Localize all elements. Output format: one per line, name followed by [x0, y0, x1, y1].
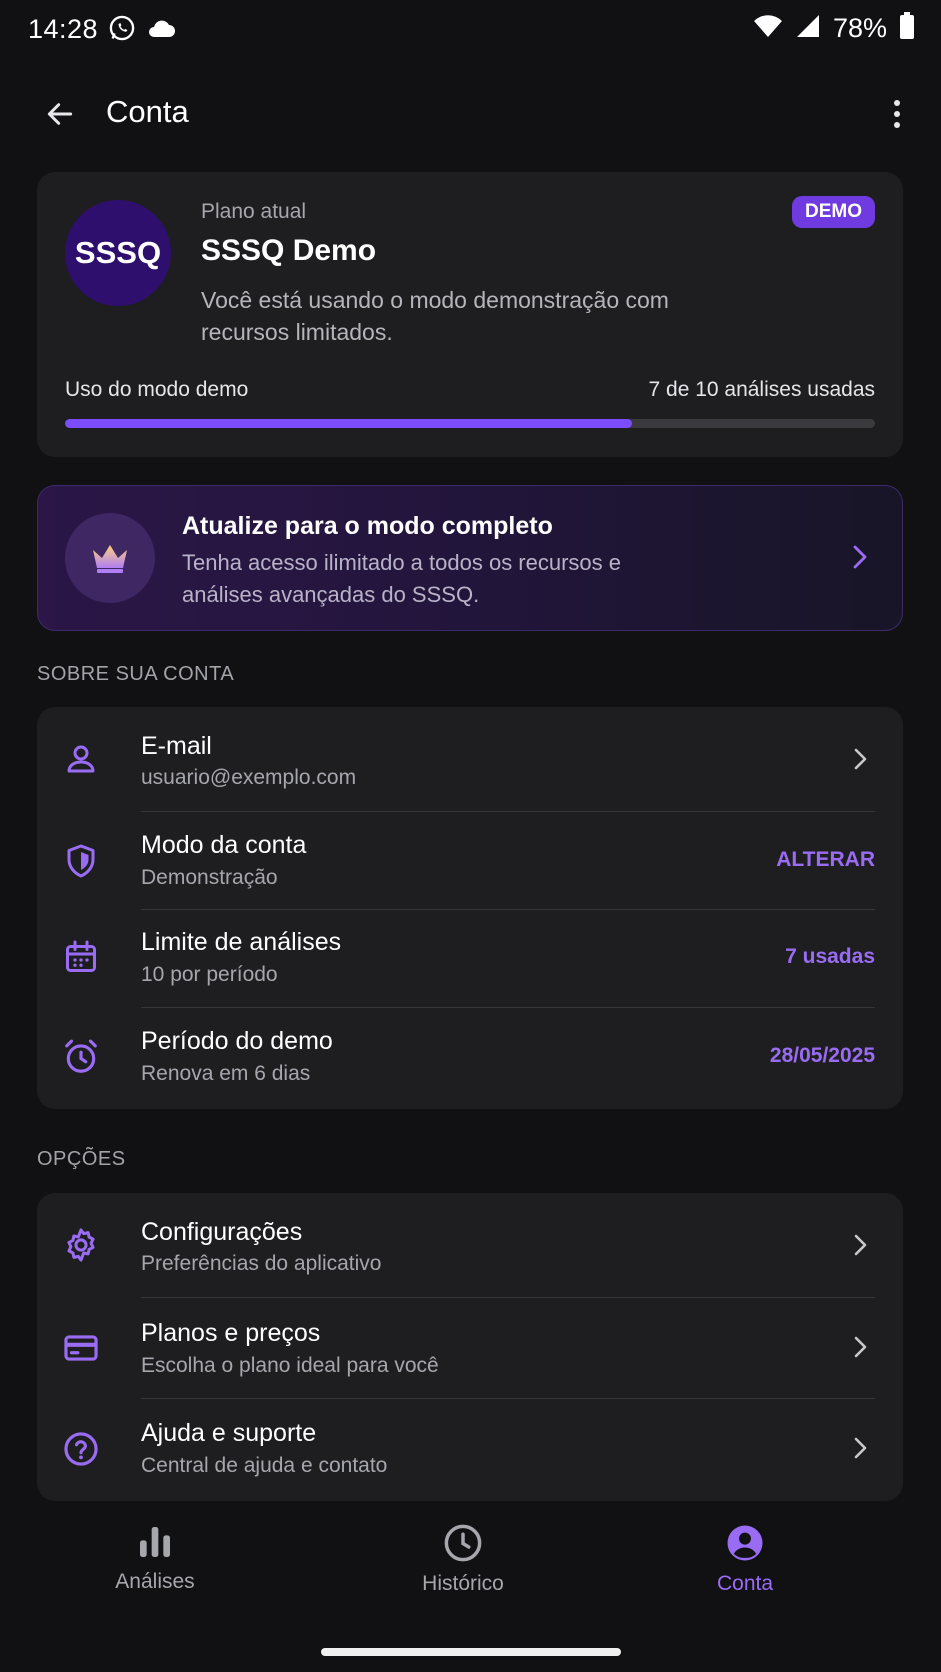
shield-icon	[61, 841, 101, 881]
calendar-icon	[61, 937, 101, 977]
list-item-title: Configurações	[141, 1218, 303, 1246]
list-item-title: Período do demo	[141, 1027, 333, 1055]
usage-label: Uso do modo demo	[65, 378, 249, 401]
list-item-subtitle: Preferências do aplicativo	[141, 1252, 382, 1275]
list-item-help-support[interactable]: Ajuda e suporte Central de ajuda e conta…	[37, 1398, 903, 1501]
chevron-right-icon	[845, 1332, 875, 1362]
page-title: Conta	[106, 94, 189, 129]
crown-badge	[65, 513, 155, 603]
person-icon	[61, 739, 101, 779]
list-item-subtitle: Central de ajuda e contato	[141, 1454, 388, 1477]
plan-description: Você está usando o modo demonstração com…	[201, 287, 669, 345]
list-item-analysis-limit: Limite de análises 10 por período 7 usad…	[37, 909, 903, 1007]
chevron-right-icon	[844, 541, 876, 573]
status-time: 14:28	[28, 14, 99, 44]
list-item-settings[interactable]: Configurações Preferências do aplicativo	[37, 1193, 903, 1297]
section-header-options: OPÇÕES	[37, 1148, 126, 1170]
analyses-used-value: 7 usadas	[785, 945, 875, 968]
list-item-title: Limite de análises	[141, 928, 342, 956]
list-item-subtitle: 10 por período	[141, 963, 278, 986]
bar-chart-icon	[140, 1527, 170, 1557]
list-item-subtitle: usuario@exemplo.com	[141, 766, 357, 789]
plan-name: SSSQ Demo	[201, 234, 377, 267]
whatsapp-icon	[108, 14, 136, 47]
options-list: Configurações Preferências do aplicativo…	[37, 1193, 903, 1501]
chevron-right-icon	[845, 744, 875, 774]
cloud-icon	[146, 17, 176, 44]
list-item-subtitle: Demonstração	[141, 866, 278, 889]
usage-count: 7 de 10 análises usadas	[648, 378, 876, 401]
back-button[interactable]	[38, 92, 82, 136]
battery-icon	[899, 12, 915, 45]
more-options-button[interactable]	[875, 92, 919, 136]
app-bar: Conta	[0, 78, 941, 148]
nav-tab-analises[interactable]: Análises	[55, 1522, 255, 1594]
demo-badge: DEMO	[792, 196, 875, 228]
plan-label: Plano atual	[201, 200, 307, 223]
help-icon	[61, 1429, 101, 1469]
list-item-demo-period: Período do demo Renova em 6 dias 28/05/2…	[37, 1007, 903, 1109]
current-plan-card: SSSQ Plano atual SSSQ Demo DEMO Você est…	[37, 172, 903, 457]
upgrade-card[interactable]: Atualize para o modo completo Tenha aces…	[37, 485, 903, 631]
usage-progress-fill	[65, 419, 632, 428]
bottom-navigation: Análises Histórico Conta	[0, 1510, 941, 1630]
wifi-icon	[753, 13, 783, 44]
chevron-right-icon	[845, 1433, 875, 1463]
list-item-title: Planos e preços	[141, 1319, 321, 1347]
credit-card-icon	[61, 1328, 101, 1368]
list-item-plans-pricing[interactable]: Planos e preços Escolha o plano ideal pa…	[37, 1297, 903, 1398]
list-item-subtitle: Escolha o plano ideal para você	[141, 1354, 439, 1377]
list-item-title: Ajuda e suporte	[141, 1419, 317, 1447]
nav-label: Análises	[115, 1570, 195, 1593]
nav-tab-conta[interactable]: Conta	[645, 1522, 845, 1596]
account-circle-icon	[727, 1525, 763, 1561]
arrow-back-icon	[47, 103, 73, 125]
more-vert-icon	[894, 100, 900, 128]
upgrade-description: Tenha acesso ilimitado a todos os recurs…	[182, 550, 622, 607]
status-bar: 14:28 78%	[0, 0, 941, 62]
section-header-account: SOBRE SUA CONTA	[37, 663, 235, 685]
plan-logo: SSSQ	[65, 200, 171, 306]
upgrade-title: Atualize para o modo completo	[182, 512, 553, 540]
list-item-title: Modo da conta	[141, 831, 307, 859]
list-item-email[interactable]: E-mail usuario@exemplo.com	[37, 707, 903, 811]
home-indicator[interactable]	[321, 1648, 621, 1656]
gear-icon	[61, 1225, 101, 1265]
account-info-list: E-mail usuario@exemplo.com Modo da conta…	[37, 707, 903, 1109]
crown-icon	[93, 545, 127, 573]
list-item-title: E-mail	[141, 732, 212, 760]
change-mode-button[interactable]: ALTERAR	[776, 848, 875, 872]
list-item-account-mode: Modo da conta Demonstração ALTERAR	[37, 811, 903, 909]
clock-icon	[444, 1524, 482, 1562]
alarm-icon	[61, 1037, 101, 1077]
nav-tab-historico[interactable]: Histórico	[363, 1522, 563, 1596]
chevron-right-icon	[845, 1230, 875, 1260]
demo-end-date: 28/05/2025	[769, 1044, 875, 1067]
nav-label: Histórico	[422, 1572, 504, 1595]
nav-label: Conta	[716, 1572, 774, 1595]
list-item-subtitle: Renova em 6 dias	[141, 1062, 311, 1085]
battery-percent: 78%	[832, 13, 887, 43]
usage-progress-bar	[65, 419, 875, 428]
signal-icon	[795, 13, 821, 44]
